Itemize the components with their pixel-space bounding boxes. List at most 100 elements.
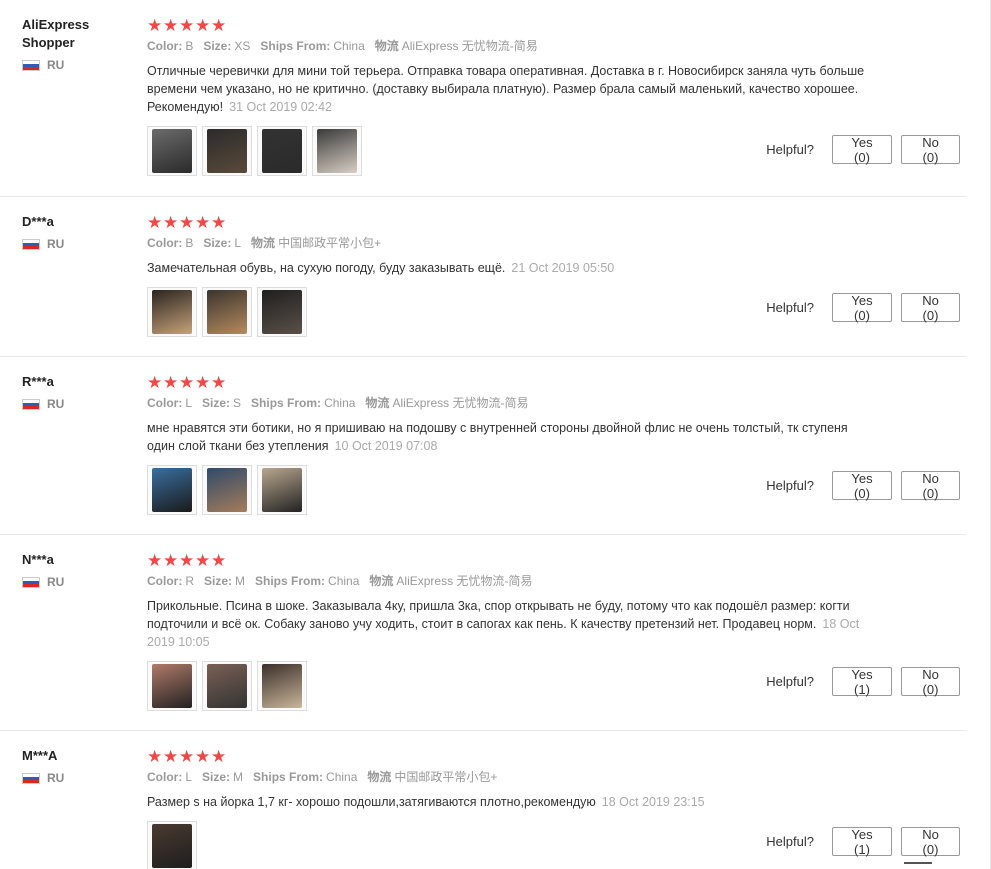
review-photo-thumbnail[interactable] bbox=[147, 287, 197, 337]
reviewer-name: D***a bbox=[22, 214, 54, 229]
attribute-key: Ships From: bbox=[260, 39, 331, 53]
star-icon: ★ bbox=[163, 372, 179, 392]
attribute-key: Ships From: bbox=[253, 770, 324, 784]
sku-attribute: Ships From: China bbox=[260, 39, 364, 53]
reviewer-info: D***a RU bbox=[22, 213, 132, 251]
helpful-label: Helpful? bbox=[766, 834, 814, 849]
attribute-key: 物流 bbox=[251, 236, 276, 250]
star-icon: ★ bbox=[195, 372, 211, 392]
review-photo-thumbnail[interactable] bbox=[312, 126, 362, 176]
star-icon: ★ bbox=[211, 212, 227, 232]
review-body: Прикольные. Псина в шоке. Заказывала 4ку… bbox=[147, 599, 850, 631]
star-rating: ★ ★ ★ ★ ★ bbox=[147, 747, 867, 765]
attribute-key: Color: bbox=[147, 236, 183, 250]
helpful-yes-button[interactable]: Yes (0) bbox=[832, 471, 892, 501]
helpful-yes-button[interactable]: Yes (0) bbox=[832, 293, 892, 323]
attribute-key: Ships From: bbox=[255, 574, 326, 588]
attribute-key: Ships From: bbox=[251, 396, 322, 410]
review-item: M***A RU ★ ★ ★ ★ ★ Color: L Size: M Ships From: Chin… bbox=[0, 731, 966, 869]
review-body: Размер s на йорка 1,7 кг- хорошо подошли… bbox=[147, 795, 596, 809]
star-rating: ★ ★ ★ ★ ★ bbox=[147, 16, 867, 34]
helpful-yes-button[interactable]: Yes (1) bbox=[832, 827, 892, 857]
review-photo-thumbnail[interactable] bbox=[147, 465, 197, 515]
attribute-key: Size: bbox=[203, 39, 232, 53]
helpful-label: Helpful? bbox=[766, 142, 814, 157]
helpful-no-button[interactable]: No (0) bbox=[901, 293, 960, 323]
review-item: AliExpress Shopper RU ★ ★ ★ ★ ★ Color: B Size: XS S… bbox=[0, 0, 966, 197]
sku-attribute: Ships From: China bbox=[251, 396, 355, 410]
review-photo-thumbnail[interactable] bbox=[202, 465, 252, 515]
review-photos bbox=[147, 661, 867, 711]
sku-attributes: Color: L Size: S Ships From: China 物流 AliExpres… bbox=[147, 395, 867, 411]
reviewer-country: RU bbox=[22, 237, 132, 251]
attribute-key: 物流 bbox=[365, 396, 390, 410]
star-icon: ★ bbox=[147, 372, 163, 392]
review-photo bbox=[207, 468, 247, 512]
attribute-value: M bbox=[233, 770, 244, 784]
review-text: Прикольные. Псина в шоке. Заказывала 4ку… bbox=[147, 597, 867, 651]
review-content: ★ ★ ★ ★ ★ Color: B Size: XS Ships From: China 物流 Ali… bbox=[147, 16, 867, 176]
russia-flag-icon bbox=[22, 59, 40, 71]
review-date: 18 Oct 2019 23:15 bbox=[601, 795, 705, 809]
attribute-key: Color: bbox=[147, 396, 183, 410]
review-photo bbox=[207, 129, 247, 173]
review-photo-thumbnail[interactable] bbox=[202, 287, 252, 337]
helpful-yes-button[interactable]: Yes (1) bbox=[832, 667, 892, 697]
review-photo-thumbnail[interactable] bbox=[202, 126, 252, 176]
russia-flag-icon bbox=[22, 576, 40, 588]
review-photo-thumbnail[interactable] bbox=[202, 661, 252, 711]
review-date: 10 Oct 2019 07:08 bbox=[334, 439, 438, 453]
sku-attribute: Size: M bbox=[204, 574, 245, 588]
star-icon: ★ bbox=[179, 550, 195, 570]
sku-attributes: Color: L Size: M Ships From: China 物流 中国邮政平常小包+ bbox=[147, 769, 867, 785]
reviewer-info: AliExpress Shopper RU bbox=[22, 16, 132, 72]
russia-flag-icon bbox=[22, 398, 40, 410]
review-photos bbox=[147, 465, 867, 515]
review-photo-thumbnail[interactable] bbox=[257, 287, 307, 337]
sku-attribute: Color: L bbox=[147, 770, 192, 784]
review-photo bbox=[262, 290, 302, 334]
russia-flag-icon bbox=[22, 772, 40, 784]
helpful-no-button[interactable]: No (0) bbox=[901, 827, 960, 857]
review-photo bbox=[262, 664, 302, 708]
scroll-indicator bbox=[904, 862, 932, 866]
star-icon: ★ bbox=[163, 550, 179, 570]
sku-attribute: Color: B bbox=[147, 236, 193, 250]
country-code: RU bbox=[47, 58, 65, 72]
review-photo-thumbnail[interactable] bbox=[257, 465, 307, 515]
helpful-no-button[interactable]: No (0) bbox=[901, 471, 960, 501]
review-content: ★ ★ ★ ★ ★ Color: R Size: M Ships From: China 物流 AliE… bbox=[147, 551, 867, 711]
country-code: RU bbox=[47, 575, 65, 589]
review-text: Замечательная обувь, на сухую погоду, бу… bbox=[147, 259, 867, 277]
reviewer-info: N***a RU bbox=[22, 551, 132, 589]
attribute-value: China bbox=[328, 574, 360, 588]
attribute-value: AliExpress 无忧物流-简易 bbox=[401, 39, 538, 53]
star-icon: ★ bbox=[211, 746, 227, 766]
review-photo-thumbnail[interactable] bbox=[147, 126, 197, 176]
review-photo-thumbnail[interactable] bbox=[257, 126, 307, 176]
review-photo bbox=[152, 290, 192, 334]
attribute-key: 物流 bbox=[369, 574, 394, 588]
helpful-yes-button[interactable]: Yes (0) bbox=[832, 135, 892, 165]
star-icon: ★ bbox=[179, 15, 195, 35]
review-photo-thumbnail[interactable] bbox=[257, 661, 307, 711]
attribute-value: China bbox=[333, 39, 365, 53]
sku-attribute: Size: M bbox=[202, 770, 243, 784]
helpful-no-button[interactable]: No (0) bbox=[901, 667, 960, 697]
review-content: ★ ★ ★ ★ ★ Color: L Size: M Ships From: China 物流 中国邮政… bbox=[147, 747, 867, 869]
star-icon: ★ bbox=[147, 746, 163, 766]
star-icon: ★ bbox=[163, 746, 179, 766]
sku-attributes: Color: B Size: XS Ships From: China 物流 AliExpre… bbox=[147, 38, 867, 54]
helpful-no-button[interactable]: No (0) bbox=[901, 135, 960, 165]
review-text: Размер s на йорка 1,7 кг- хорошо подошли… bbox=[147, 793, 867, 811]
attribute-value: L bbox=[185, 396, 193, 410]
attribute-key: Color: bbox=[147, 770, 183, 784]
review-photo-thumbnail[interactable] bbox=[147, 821, 197, 869]
review-photo-thumbnail[interactable] bbox=[147, 661, 197, 711]
star-icon: ★ bbox=[179, 212, 195, 232]
review-body: Замечательная обувь, на сухую погоду, бу… bbox=[147, 261, 506, 275]
attribute-key: Size: bbox=[204, 574, 233, 588]
attribute-key: Size: bbox=[202, 396, 231, 410]
star-icon: ★ bbox=[211, 550, 227, 570]
star-icon: ★ bbox=[163, 212, 179, 232]
